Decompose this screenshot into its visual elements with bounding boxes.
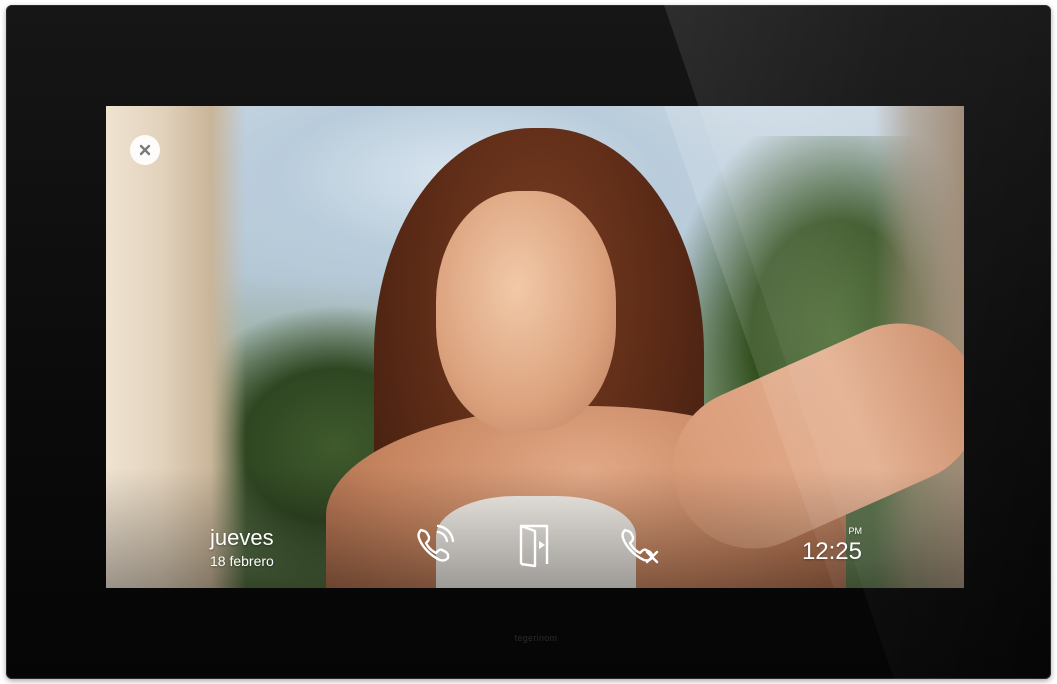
- ampm-label: PM: [848, 526, 863, 536]
- date-label: 18 febrero: [210, 553, 274, 569]
- weekday-label: jueves: [210, 525, 274, 550]
- clock-time: 12:25: [801, 538, 862, 565]
- call-action-bar: [406, 518, 666, 572]
- door-open-icon: [519, 524, 549, 568]
- time-display: PM 12:25: [782, 526, 862, 566]
- date-display: jueves 18 febrero: [210, 526, 274, 570]
- visitor-face: [436, 191, 616, 431]
- hang-up-icon: [621, 528, 659, 564]
- video-screen: jueves 18 febrero PM 12:25: [106, 106, 964, 588]
- close-button[interactable]: [130, 135, 160, 165]
- close-icon: [139, 144, 151, 156]
- hang-up-button[interactable]: [610, 518, 666, 572]
- phone-call-icon: [417, 524, 455, 562]
- answer-call-button[interactable]: [406, 518, 462, 572]
- brand-logo-text: tegerinom: [514, 633, 558, 643]
- intercom-device: jueves 18 febrero PM 12:25 tegerinom: [6, 5, 1051, 679]
- open-door-button[interactable]: [508, 518, 564, 572]
